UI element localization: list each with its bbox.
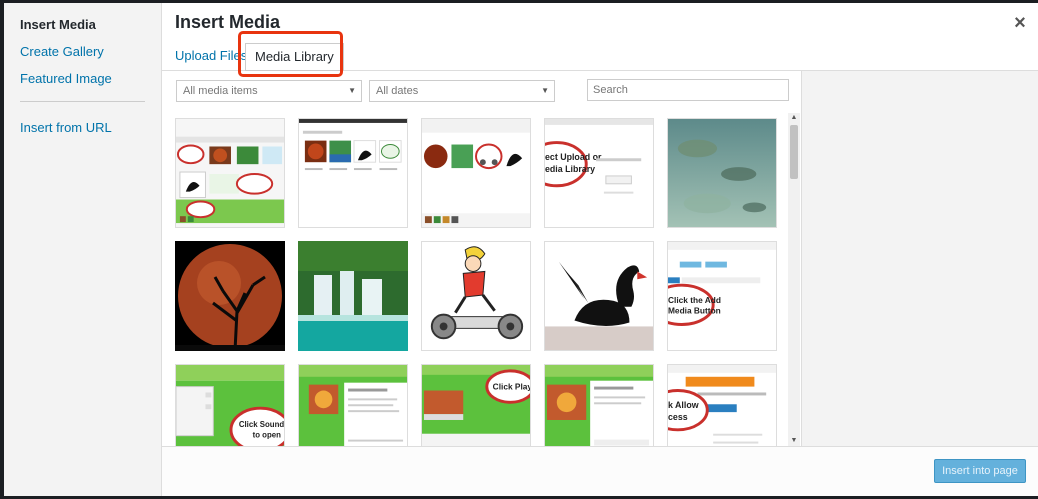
- media-router: Upload Files Media Library: [162, 35, 1038, 71]
- menu-item-create-gallery[interactable]: Create Gallery: [4, 38, 161, 65]
- menu-item-featured-image[interactable]: Featured Image: [4, 65, 161, 92]
- screenshot-thumbnail-image: [176, 119, 284, 227]
- close-icon[interactable]: ×: [1008, 13, 1032, 37]
- date-filter-value: All dates: [376, 85, 419, 97]
- svg-text:cess: cess: [668, 412, 688, 422]
- attachment-thumbnail[interactable]: Click Sound Pl to open: [175, 364, 285, 446]
- attachment-thumbnail[interactable]: Click the Add Media Button: [667, 241, 777, 351]
- screenshot-thumbnail-image: [545, 365, 653, 446]
- scroll-up-arrow-icon[interactable]: ▲: [788, 113, 800, 123]
- attachment-thumbnail[interactable]: ect Upload or edia Library: [544, 118, 654, 228]
- screenshot-thumbnail-image: [299, 365, 407, 446]
- menu-separator: [20, 101, 145, 102]
- svg-text:edia Library: edia Library: [545, 164, 595, 174]
- blood-moon-photo: [175, 241, 285, 351]
- svg-text:Media Button: Media Button: [668, 306, 721, 316]
- callout-text: Click Playlist: [493, 382, 530, 392]
- modal-footer: Insert into page: [162, 446, 1038, 496]
- tab-upload-files[interactable]: Upload Files: [175, 41, 247, 71]
- scrollbar-thumb[interactable]: [790, 125, 798, 179]
- underwater-photo: [668, 119, 776, 227]
- attachment-thumbnail[interactable]: [175, 118, 285, 228]
- running-woman-clipart: [422, 242, 530, 350]
- modal-title: Insert Media: [175, 12, 281, 32]
- callout-text: Click Sound Pl: [239, 420, 284, 429]
- screenshot-thumbnail-image: ect Upload or edia Library: [545, 119, 653, 227]
- waterfall-photo: [298, 241, 408, 351]
- callout-text: Click the Add: [668, 295, 721, 305]
- attachment-thumbnail[interactable]: [175, 241, 285, 351]
- screenshot-thumbnail-image: Click Sound Pl to open: [176, 365, 284, 446]
- attachment-thumbnail[interactable]: [544, 241, 654, 351]
- attachment-thumbnail[interactable]: [544, 364, 654, 446]
- svg-text:to open: to open: [253, 431, 282, 440]
- callout-text: ect Upload or: [545, 152, 602, 162]
- attachment-thumbnail[interactable]: [421, 241, 531, 351]
- screenshot-thumbnail-image: [299, 119, 407, 227]
- attachment-thumbnail[interactable]: [298, 364, 408, 446]
- attachment-thumbnail[interactable]: [421, 118, 531, 228]
- tab-media-library[interactable]: Media Library: [245, 43, 344, 71]
- media-type-filter-value: All media items: [183, 85, 258, 97]
- menu-item-insert-from-url[interactable]: Insert from URL: [4, 114, 161, 141]
- menu-item-insert-media[interactable]: Insert Media: [4, 11, 161, 38]
- attachment-thumbnail[interactable]: [667, 118, 777, 228]
- attachment-thumbnail[interactable]: Click Playlist: [421, 364, 531, 446]
- insert-into-page-button[interactable]: Insert into page: [934, 459, 1026, 483]
- insert-media-modal: Insert Media Create Gallery Featured Ima…: [4, 3, 1038, 496]
- chevron-down-icon: ▼: [348, 86, 356, 95]
- screenshot-thumbnail-image: k Allow cess: [668, 365, 776, 446]
- attachment-thumbnail[interactable]: [298, 118, 408, 228]
- screenshot-thumbnail-image: Click the Add Media Button: [668, 242, 776, 350]
- attachment-thumbnail[interactable]: k Allow cess: [667, 364, 777, 446]
- grid-scrollbar[interactable]: ▲ ▼: [788, 113, 800, 446]
- chevron-down-icon: ▼: [541, 86, 549, 95]
- media-type-filter[interactable]: All media items ▼: [176, 80, 362, 102]
- attachment-thumbnail[interactable]: [298, 241, 408, 351]
- scroll-down-arrow-icon[interactable]: ▼: [788, 436, 800, 446]
- media-menu: Insert Media Create Gallery Featured Ima…: [4, 3, 162, 496]
- screenshot-thumbnail-image: [422, 119, 530, 227]
- black-swan-photo: [545, 242, 653, 350]
- callout-text: k Allow: [668, 400, 699, 410]
- screenshot-thumbnail-image: Click Playlist: [422, 365, 530, 446]
- date-filter[interactable]: All dates ▼: [369, 80, 555, 102]
- search-input[interactable]: [587, 79, 789, 101]
- attachments-grid: ect Upload or edia Library Click the Add…: [162, 113, 787, 446]
- attachment-details-sidebar: [801, 71, 1038, 446]
